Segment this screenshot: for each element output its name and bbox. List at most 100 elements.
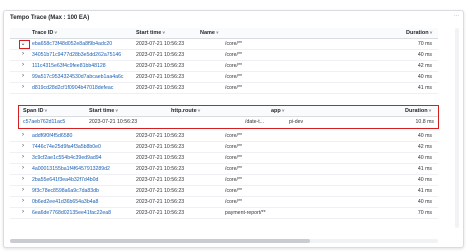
horizontal-scrollbar[interactable] (10, 239, 438, 243)
start-time: 2023-07-21 10:56:23 (136, 52, 185, 58)
table-row[interactable]: › 3c9cf2ae1c554b4c39ed9ad94 2023-07-21 1… (10, 153, 438, 164)
span-duration: 10.8 ms (415, 119, 434, 125)
start-time: 2023-07-21 10:56:23 (136, 63, 185, 69)
column-header-app[interactable]: app⩔ (271, 108, 285, 114)
duration: 40 ms (417, 155, 432, 161)
start-time: 2023-07-21 10:56:23 (136, 133, 185, 139)
duration: 42 ms (417, 63, 432, 69)
span-id-link[interactable]: c57aeb762d11ac5 (23, 119, 65, 125)
collapse-chevron-icon[interactable]: ⌄ (19, 40, 27, 47)
span-app: pi-dev (289, 119, 304, 125)
column-header-name[interactable]: Name⩔ (200, 30, 219, 36)
trace-id-link[interactable]: 6ea6de7768d02135ee41fac22ea8 (32, 210, 111, 216)
table-row[interactable]: › addf6f0f4f5d6580 2023-07-21 10:56:23 /… (10, 131, 438, 142)
expand-chevron-icon[interactable]: › (19, 154, 27, 160)
trace-id-link[interactable]: 3c9cf2ae1c554b4c39ed9ad94 (32, 155, 102, 161)
span-subtable: Span ID⩔ Start time⩔ http.route⩔ app⩔ Du… (18, 105, 439, 129)
trace-name: /core/** (225, 133, 243, 139)
table-row[interactable]: › 7446c74e25d9fa4f3a5b8b0e0 2023-07-21 1… (10, 142, 438, 153)
expand-chevron-icon[interactable]: › (19, 62, 27, 68)
scrollbar-thumb[interactable] (10, 239, 310, 243)
panel-title: Tempo Trace (Max : 100 EA) (10, 15, 90, 21)
filter-icon[interactable]: ⩔ (429, 108, 432, 114)
duration: 42 ms (417, 144, 432, 150)
start-time: 2023-07-21 10:56:23 (136, 74, 185, 80)
trace-id-link[interactable]: 9f3c78ec8598a6a9c7da83db (32, 188, 99, 194)
duration: 40 ms (417, 199, 432, 205)
table-row[interactable]: › d819cd28d2cf1f0904b47018defeac 2023-07… (10, 83, 438, 94)
duration: 40 ms (417, 74, 432, 80)
expand-chevron-icon[interactable]: › (19, 51, 27, 57)
filter-icon[interactable]: ⩔ (115, 108, 118, 114)
column-header-duration[interactable]: Duration⩔ (406, 30, 432, 36)
column-header-span-duration[interactable]: Duration⩔ (405, 108, 431, 114)
trace-id-link[interactable]: 2ba55e641f3ea4b32f7d4b0d (32, 177, 98, 183)
table-row[interactable]: › 2ba55e641f3ea4b32f7d4b0d 2023-07-21 10… (10, 175, 438, 186)
panel-menu-icon[interactable]: ··· (454, 13, 459, 19)
trace-id-link[interactable]: d819cd28d2cf1f0904b47018defeac (32, 85, 113, 91)
filter-icon[interactable]: ⩔ (54, 30, 57, 36)
span-start-time: 2023-07-21 10:56:23 (89, 119, 138, 125)
tempo-trace-panel: Tempo Trace (Max : 100 EA) ··· Trace ID⩔… (3, 10, 464, 248)
column-header-http-route[interactable]: http.route⩔ (171, 108, 201, 114)
start-time: 2023-07-21 10:56:23 (136, 210, 185, 216)
column-header-trace-id[interactable]: Trace ID⩔ (32, 30, 57, 36)
filter-icon[interactable]: ⩔ (44, 108, 47, 114)
table-row[interactable]: › 9f3c78ec8598a6a9c7da83db 2023-07-21 10… (10, 186, 438, 197)
trace-id-link[interactable]: 0b6ed2ee41d36b654a3b4a8 (32, 199, 98, 205)
start-time: 2023-07-21 10:56:23 (136, 144, 185, 150)
expand-chevron-icon[interactable]: › (19, 187, 27, 193)
trace-name: /core/** (225, 166, 243, 172)
table-row[interactable]: › 4a00013155ba1f4f6457913289d2 2023-07-2… (10, 164, 438, 175)
duration: 70 ms (417, 41, 432, 47)
table-row[interactable]: › 34051b71c9477d28b3e5dd262a75146 2023-0… (10, 50, 438, 61)
filter-icon[interactable]: ⩔ (198, 108, 201, 114)
span-row[interactable]: c57aeb762d11ac5 2023-07-21 10:56:23 /dat… (19, 117, 438, 128)
trace-name: /core/** (225, 52, 243, 58)
table-row[interactable]: › 99a517c9534324530d7abcaeb1aa4a6c 2023-… (10, 72, 438, 83)
vertical-scrollbar[interactable] (455, 28, 459, 228)
expand-chevron-icon[interactable]: › (19, 165, 27, 171)
expand-chevron-icon[interactable]: › (19, 209, 27, 215)
duration: 41 ms (417, 188, 432, 194)
expand-chevron-icon[interactable]: › (19, 143, 27, 149)
expand-chevron-icon[interactable]: › (19, 132, 27, 138)
trace-name: /core/** (225, 199, 243, 205)
start-time: 2023-07-21 10:56:23 (136, 177, 185, 183)
filter-icon[interactable]: ⩔ (162, 30, 165, 36)
trace-table-header: Trace ID⩔ Start time⩔ Name⩔ Duration⩔ (10, 28, 438, 39)
column-header-span-start-time[interactable]: Start time⩔ (89, 108, 118, 114)
expand-chevron-icon[interactable]: › (19, 198, 27, 204)
trace-name: payment-report/** (225, 210, 266, 216)
table-row[interactable]: › 6ea6de7768d02135ee41fac22ea8 2023-07-2… (10, 208, 438, 219)
expand-chevron-icon[interactable]: › (19, 73, 27, 79)
trace-id-link[interactable]: 4a00013155ba1f4f6457913289d2 (32, 166, 110, 172)
trace-id-link[interactable]: 111c4315e63f4c9fee81bb48128 (32, 63, 106, 69)
filter-icon[interactable]: ⩔ (430, 30, 433, 36)
trace-id-link[interactable]: addf6f0f4f5d6580 (32, 133, 72, 139)
trace-name: /core/** (225, 41, 243, 47)
table-row[interactable]: ⌄ eba658c73f48d052e8a8f9b4adc20 2023-07-… (10, 39, 438, 50)
start-time: 2023-07-21 10:56:23 (136, 166, 185, 172)
trace-id-link[interactable]: 99a517c9534324530d7abcaeb1aa4a6c (32, 74, 123, 80)
table-row[interactable]: › 111c4315e63f4c9fee81bb48128 2023-07-21… (10, 61, 438, 72)
trace-name: /core/** (225, 188, 243, 194)
expand-chevron-icon[interactable]: › (19, 84, 27, 90)
column-header-start-time[interactable]: Start time⩔ (136, 30, 165, 36)
trace-name: /core/** (225, 63, 243, 69)
trace-id-link[interactable]: 7446c74e25d9fa4f3a5b8b0e0 (32, 144, 101, 150)
trace-name: /core/** (225, 85, 243, 91)
start-time: 2023-07-21 10:56:23 (136, 41, 185, 47)
start-time: 2023-07-21 10:56:23 (136, 199, 185, 205)
trace-id-link[interactable]: 34051b71c9477d28b3e5dd262a75146 (32, 52, 121, 58)
start-time: 2023-07-21 10:56:23 (136, 188, 185, 194)
table-row[interactable]: › 0b6ed2ee41d36b654a3b4a8 2023-07-21 10:… (10, 197, 438, 208)
filter-icon[interactable]: ⩔ (282, 108, 285, 114)
column-header-span-id[interactable]: Span ID⩔ (23, 108, 47, 114)
start-time: 2023-07-21 10:56:23 (136, 85, 185, 91)
duration: 41 ms (417, 85, 432, 91)
filter-icon[interactable]: ⩔ (216, 30, 219, 36)
trace-id-link[interactable]: eba658c73f48d052e8a8f9b4adc20 (32, 41, 112, 47)
expand-chevron-icon[interactable]: › (19, 176, 27, 182)
span-http-route: /date-t... (245, 119, 265, 125)
